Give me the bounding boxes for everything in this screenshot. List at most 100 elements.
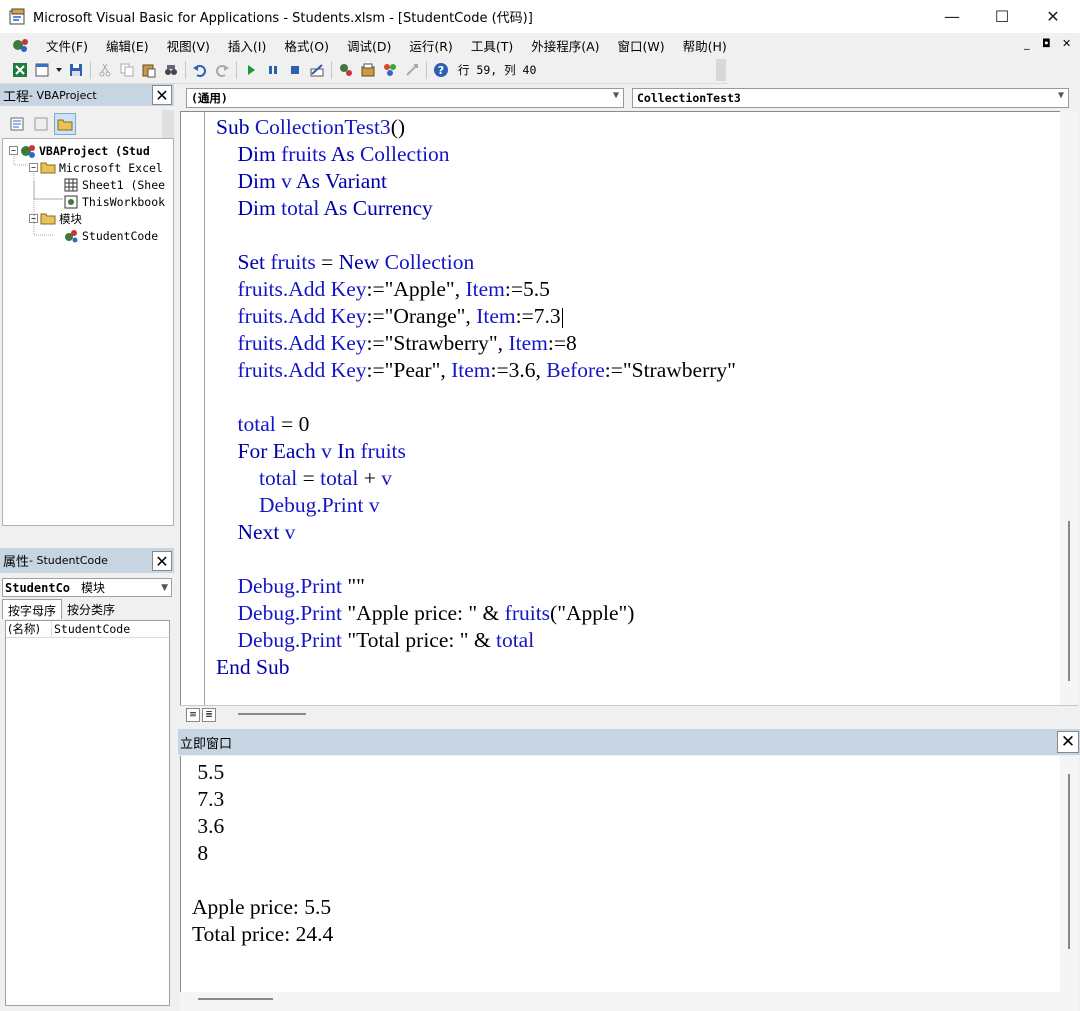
properties-window-icon[interactable] bbox=[357, 59, 379, 81]
menu-insert[interactable]: 插入(I) bbox=[219, 36, 275, 55]
code-token: fruits.Add bbox=[216, 331, 331, 355]
immediate-vscroll-thumb[interactable] bbox=[1068, 774, 1070, 949]
insert-dropdown-icon[interactable] bbox=[53, 59, 65, 81]
code-token: Debug.Print bbox=[216, 574, 348, 598]
menu-run[interactable]: 运行(R) bbox=[400, 36, 461, 55]
code-line: fruits.Add Key:="Pear", Item:=3.6, Befor… bbox=[216, 357, 736, 384]
code-token: total bbox=[320, 466, 359, 490]
immediate-window-close-button[interactable]: ✕ bbox=[1057, 731, 1079, 753]
project-explorer-icon[interactable] bbox=[335, 59, 357, 81]
toggle-folders-icon[interactable] bbox=[54, 113, 76, 135]
menu-tools[interactable]: 工具(T) bbox=[462, 36, 522, 55]
menu-edit[interactable]: 编辑(E) bbox=[97, 36, 158, 55]
code-token: As bbox=[291, 169, 325, 193]
code-token: Dim bbox=[216, 196, 282, 220]
properties-pane-header: 属性 - StudentCode ✕ bbox=[0, 548, 174, 573]
copy-icon[interactable] bbox=[116, 59, 138, 81]
mdi-restore-button[interactable]: ◘ bbox=[1042, 37, 1051, 50]
code-margin-indicator-bar[interactable] bbox=[181, 112, 205, 706]
properties-tabs: 按字母序 按分类序 bbox=[2, 599, 172, 619]
immediate-vertical-scrollbar[interactable] bbox=[1060, 756, 1078, 992]
close-window-button[interactable]: ✕ bbox=[1028, 0, 1078, 33]
code-token: In bbox=[331, 439, 361, 463]
project-pane-title: 工程 bbox=[3, 89, 30, 105]
immediate-line: 3.6 bbox=[192, 814, 225, 838]
toolbar-separator bbox=[236, 61, 237, 79]
code-token: :="Strawberry" bbox=[604, 358, 736, 382]
toolbar-options-icon[interactable] bbox=[716, 59, 726, 81]
system-menu-icon[interactable] bbox=[11, 35, 33, 55]
properties-pane-close-button[interactable]: ✕ bbox=[152, 551, 172, 571]
menu-addins[interactable]: 外接程序(A) bbox=[522, 36, 608, 55]
help-icon[interactable]: ? bbox=[430, 59, 452, 81]
toolbox-icon[interactable] bbox=[401, 59, 423, 81]
view-object-icon[interactable] bbox=[30, 113, 52, 135]
menu-format[interactable]: 格式(O) bbox=[275, 36, 338, 55]
window-title: Microsoft Visual Basic for Applications … bbox=[33, 11, 533, 26]
procedure-view-icon[interactable]: ≡ bbox=[186, 708, 200, 722]
code-token: total bbox=[216, 412, 276, 436]
code-token: fruits.Add bbox=[216, 358, 331, 382]
code-token: Collection bbox=[359, 142, 450, 166]
object-browser-icon[interactable] bbox=[379, 59, 401, 81]
mdi-minimize-button[interactable]: _ bbox=[1024, 37, 1030, 50]
code-editor[interactable]: Sub CollectionTest3() Dim fruits As Coll… bbox=[180, 111, 1060, 706]
full-module-view-icon[interactable]: ≣ bbox=[202, 708, 216, 722]
immediate-horizontal-scrollbar[interactable] bbox=[180, 992, 1078, 1011]
code-token: End Sub bbox=[216, 655, 290, 679]
menu-debug[interactable]: 调试(D) bbox=[338, 36, 400, 55]
immediate-window-output[interactable]: 5.5 7.3 3.6 8 Apple price: 5.5 Total pri… bbox=[180, 756, 1060, 992]
design-mode-icon[interactable] bbox=[306, 59, 328, 81]
project-pane-close-button[interactable]: ✕ bbox=[152, 85, 172, 105]
procedure-combo[interactable]: CollectionTest3 ▼ bbox=[632, 88, 1069, 108]
cut-icon[interactable] bbox=[94, 59, 116, 81]
properties-pane-subtitle: - StudentCode bbox=[29, 554, 108, 567]
immediate-hscroll-thumb[interactable] bbox=[198, 998, 273, 1000]
insert-module-icon[interactable] bbox=[31, 59, 53, 81]
code-vertical-scrollbar[interactable] bbox=[1060, 111, 1078, 705]
object-combo[interactable]: (通用) ▼ bbox=[186, 88, 624, 108]
code-token: fruits bbox=[281, 142, 327, 166]
undo-icon[interactable] bbox=[189, 59, 211, 81]
property-value[interactable]: StudentCode bbox=[52, 622, 130, 636]
code-token: = bbox=[315, 250, 339, 274]
menu-view[interactable]: 视图(V) bbox=[158, 36, 219, 55]
break-icon[interactable] bbox=[262, 59, 284, 81]
code-line: Debug.Print v bbox=[216, 492, 380, 519]
menu-help[interactable]: 帮助(H) bbox=[674, 36, 736, 55]
view-code-icon[interactable] bbox=[6, 113, 28, 135]
maximize-button[interactable]: ☐ bbox=[977, 0, 1027, 33]
code-line: fruits.Add Key:="Apple", Item:=5.5 bbox=[216, 276, 550, 303]
project-toolbar bbox=[0, 110, 174, 138]
save-icon[interactable] bbox=[65, 59, 87, 81]
project-toolbar-overflow[interactable] bbox=[162, 110, 174, 138]
find-icon[interactable] bbox=[160, 59, 182, 81]
paste-icon[interactable] bbox=[138, 59, 160, 81]
code-token: v bbox=[321, 439, 332, 463]
code-line: Dim fruits As Collection bbox=[216, 141, 450, 168]
code-token: New bbox=[338, 250, 385, 274]
property-row[interactable]: (名称) StudentCode bbox=[6, 621, 169, 638]
code-line: For Each v In fruits bbox=[216, 438, 406, 465]
tab-alphabetic[interactable]: 按字母序 bbox=[2, 599, 63, 619]
view-excel-icon[interactable] bbox=[9, 59, 31, 81]
menu-window[interactable]: 窗口(W) bbox=[609, 36, 674, 55]
code-token: = bbox=[297, 466, 321, 490]
code-token: :=8 bbox=[547, 331, 577, 355]
run-icon[interactable] bbox=[240, 59, 262, 81]
code-token: fruits.Add bbox=[216, 304, 331, 328]
code-vscroll-thumb[interactable] bbox=[1068, 521, 1070, 681]
minimize-button[interactable]: — bbox=[927, 0, 977, 33]
redo-icon[interactable] bbox=[211, 59, 233, 81]
code-line: Dim v As Variant bbox=[216, 168, 388, 195]
code-line: Set fruits = New Collection bbox=[216, 249, 475, 276]
code-hscroll-thumb[interactable] bbox=[238, 713, 306, 715]
tab-categorized[interactable]: 按分类序 bbox=[62, 599, 120, 619]
project-tree: − VBAProject (Stud − Microsoft Excel She… bbox=[2, 138, 174, 526]
mdi-close-button[interactable]: ✕ bbox=[1062, 37, 1071, 50]
menu-file[interactable]: 文件(F) bbox=[37, 36, 97, 55]
reset-icon[interactable] bbox=[284, 59, 306, 81]
code-line: total = 0 bbox=[216, 411, 310, 438]
properties-object-combo[interactable]: StudentCo 模块 ▼ bbox=[2, 578, 172, 597]
code-line: End Sub bbox=[216, 654, 289, 681]
